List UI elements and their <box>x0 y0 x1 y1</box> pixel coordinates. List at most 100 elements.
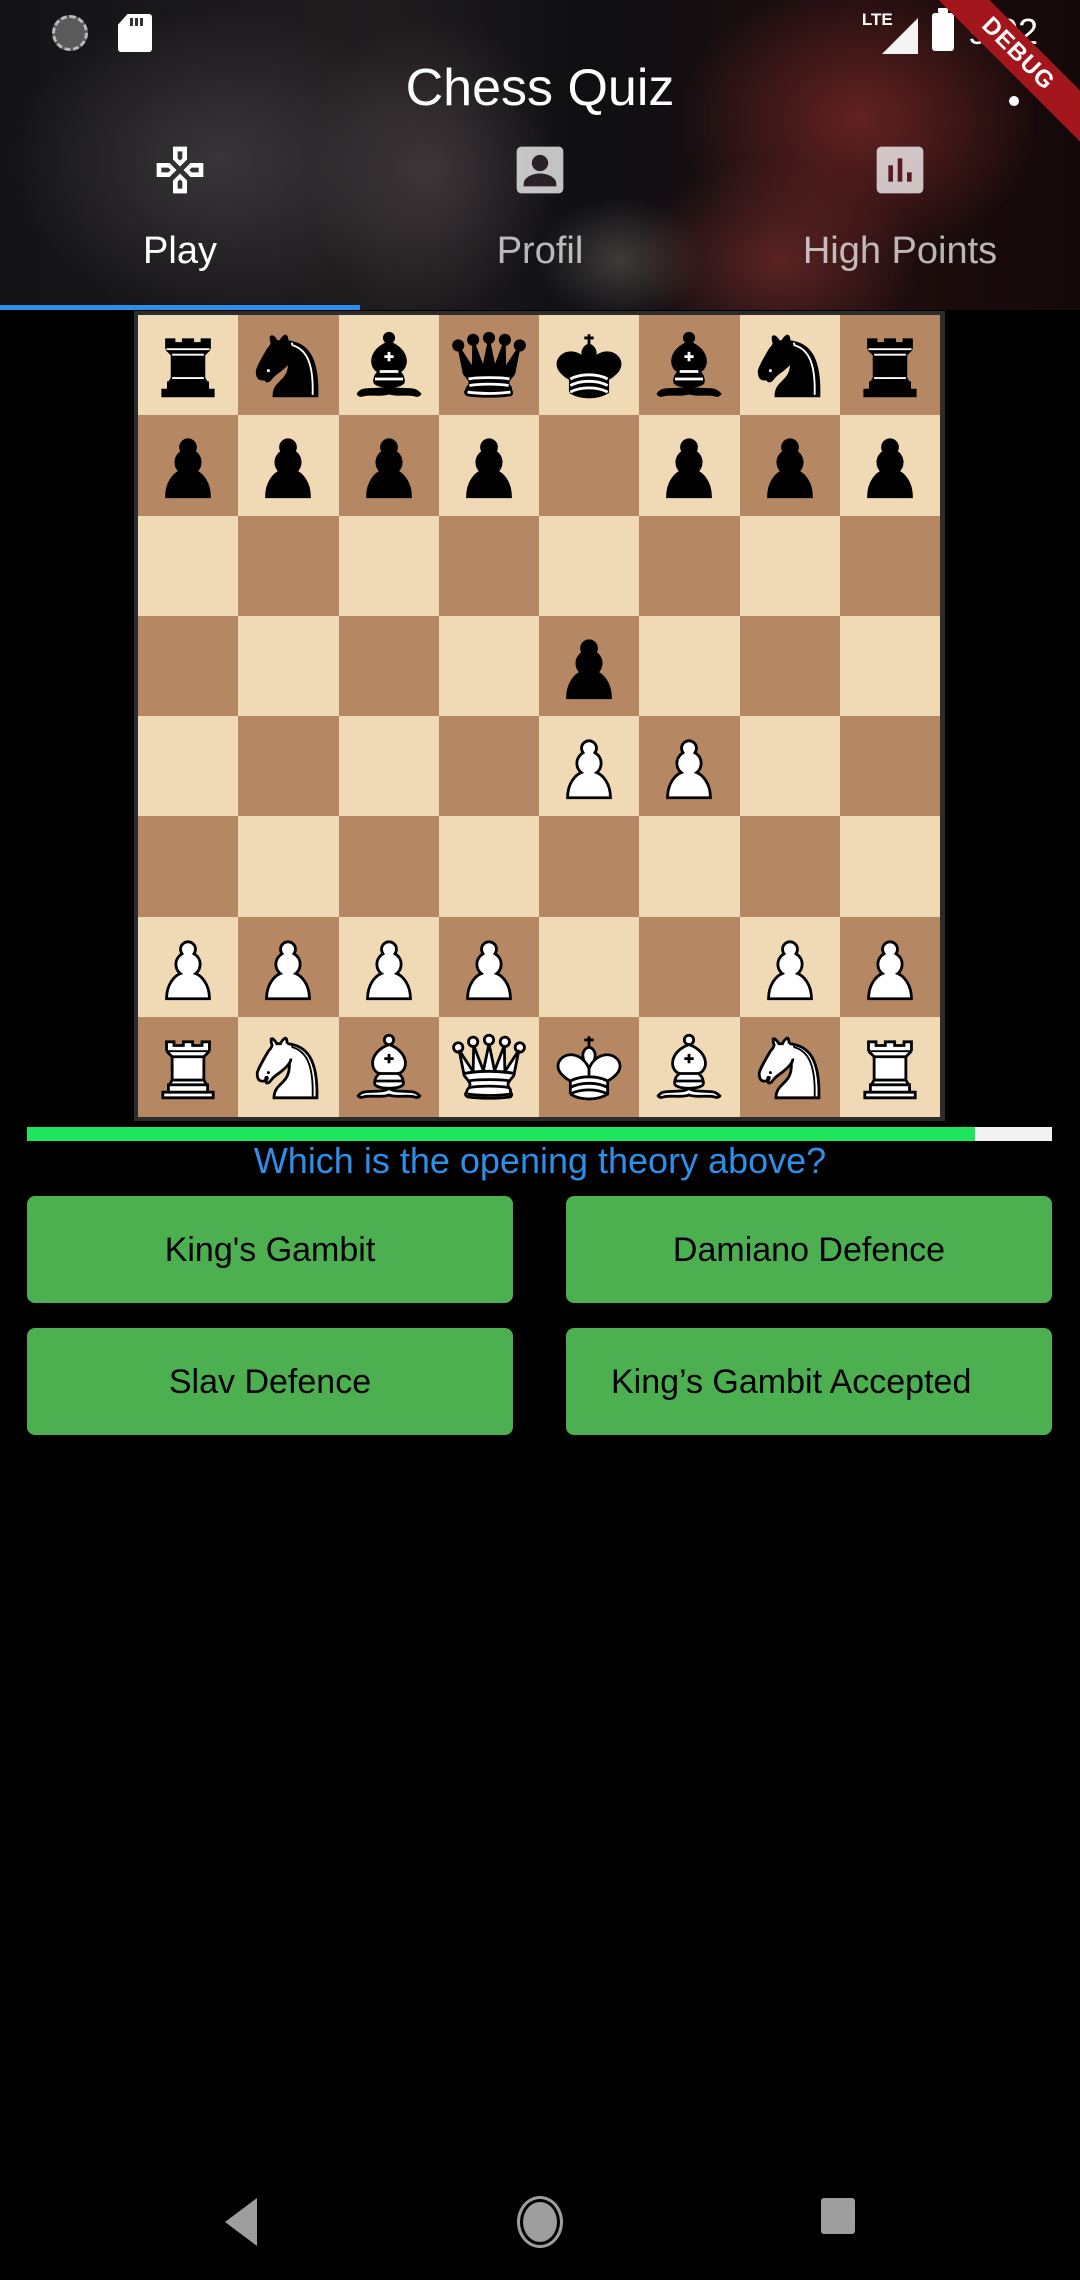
recents-icon[interactable] <box>821 2198 855 2234</box>
tab-play[interactable]: Play <box>0 130 360 310</box>
white-knight-icon <box>256 1036 319 1100</box>
white-bishop-icon <box>656 1033 722 1099</box>
more-vert-icon[interactable] <box>1002 70 1026 110</box>
square-e8 <box>539 315 640 416</box>
square-d3 <box>438 816 539 917</box>
black-king-icon <box>556 334 622 399</box>
square-f2 <box>639 916 740 1017</box>
square-e7 <box>539 415 640 516</box>
tab-bar: Play Profil High Points <box>0 130 1080 310</box>
white-pawn-icon <box>265 940 312 1000</box>
square-c5 <box>338 615 439 716</box>
square-h3 <box>839 816 940 917</box>
square-g5 <box>739 615 840 716</box>
square-a2 <box>138 916 239 1017</box>
square-b2 <box>238 916 339 1017</box>
square-d8 <box>438 315 539 416</box>
square-c7 <box>338 415 439 516</box>
black-pawn-icon <box>365 438 412 499</box>
status-bar: LTE 9:02 <box>0 0 1080 66</box>
black-pawn-icon <box>766 438 813 499</box>
square-b6 <box>238 515 339 616</box>
white-pawn-icon <box>867 940 913 1000</box>
square-b1 <box>238 1016 339 1117</box>
square-e6 <box>539 515 640 616</box>
white-pawn-icon <box>466 940 512 1000</box>
square-f5 <box>639 615 740 716</box>
bar-chart-icon <box>876 146 924 194</box>
answer-button-3[interactable]: Slav Defence <box>27 1328 513 1435</box>
square-h5 <box>839 615 940 716</box>
square-b7 <box>238 415 339 516</box>
system-nav-bar <box>0 2160 1080 2280</box>
active-tab-indicator <box>0 305 360 310</box>
black-knight-icon <box>256 334 319 398</box>
white-queen-icon <box>452 1033 526 1100</box>
black-pawn-icon <box>666 438 713 499</box>
app-title: Chess Quiz <box>405 59 675 117</box>
square-d7 <box>438 415 539 516</box>
square-c1 <box>338 1016 439 1117</box>
square-a8 <box>138 315 239 416</box>
sd-card-icon <box>118 14 152 52</box>
white-knight-icon <box>757 1036 820 1100</box>
square-e5 <box>539 615 640 716</box>
black-queen-icon <box>452 331 526 398</box>
black-knight-icon <box>757 334 820 398</box>
square-b8 <box>238 315 339 416</box>
white-pawn-icon <box>666 739 713 800</box>
black-bishop-icon <box>356 331 422 397</box>
square-g3 <box>739 816 840 917</box>
black-pawn-icon <box>566 639 612 700</box>
square-h8 <box>839 315 940 416</box>
answer-grid: King's Gambit Damiano Defence Slav Defen… <box>27 1196 1052 1435</box>
square-f4 <box>639 716 740 817</box>
tab-high-points-label: High Points <box>802 230 998 272</box>
home-icon[interactable] <box>517 2196 563 2248</box>
square-c6 <box>338 515 439 616</box>
square-e4 <box>539 716 640 817</box>
square-f3 <box>639 816 740 917</box>
loading-icon <box>52 15 88 51</box>
square-c2 <box>338 916 439 1017</box>
square-e1 <box>539 1016 640 1117</box>
black-bishop-icon <box>656 331 722 397</box>
square-c3 <box>338 816 439 917</box>
square-g7 <box>739 415 840 516</box>
back-icon[interactable] <box>225 2198 257 2246</box>
white-pawn-icon <box>165 940 211 1000</box>
square-f8 <box>639 315 740 416</box>
answer-button-2[interactable]: Damiano Defence <box>566 1196 1052 1303</box>
answer-button-4[interactable]: King’s Gambit Accepted <box>566 1328 1052 1435</box>
chess-board <box>138 315 940 1117</box>
square-b3 <box>238 816 339 917</box>
square-h2 <box>839 916 940 1017</box>
white-king-icon <box>556 1036 622 1101</box>
square-e2 <box>539 916 640 1017</box>
black-pawn-icon <box>867 438 913 499</box>
tab-play-label: Play <box>143 230 217 272</box>
quiz-question: Which is the opening theory above? <box>253 1140 827 1181</box>
square-a6 <box>138 515 239 616</box>
tab-profil-label: Profil <box>496 230 584 272</box>
square-a4 <box>138 716 239 817</box>
square-c8 <box>338 315 439 416</box>
square-g4 <box>739 716 840 817</box>
square-a3 <box>138 816 239 917</box>
black-rook-icon <box>161 338 215 398</box>
square-d4 <box>438 716 539 817</box>
square-f6 <box>639 515 740 616</box>
white-rook-icon <box>863 1040 917 1100</box>
white-bishop-icon <box>356 1033 422 1099</box>
square-c4 <box>338 716 439 817</box>
battery-icon <box>931 8 954 51</box>
square-e3 <box>539 816 640 917</box>
square-f1 <box>639 1016 740 1117</box>
tab-profil[interactable]: Profil <box>360 130 720 310</box>
square-g8 <box>739 315 840 416</box>
gamepad-icon <box>156 146 204 194</box>
tab-high-points[interactable]: High Points <box>720 130 1080 310</box>
answer-button-1[interactable]: King's Gambit <box>27 1196 513 1303</box>
square-g2 <box>739 916 840 1017</box>
black-pawn-icon <box>265 438 312 499</box>
